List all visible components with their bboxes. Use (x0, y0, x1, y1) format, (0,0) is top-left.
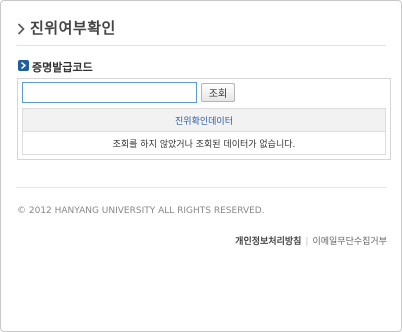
copyright-text: © 2012 HANYANG UNIVERSITY ALL RIGHTS RES… (17, 206, 265, 216)
arrow-right-icon (18, 60, 29, 71)
footer-divider (16, 187, 386, 188)
table-header-row: 진위확인데이터 (22, 108, 386, 132)
search-button[interactable]: 조회 (201, 83, 235, 102)
page-title: 진위여부확인 (30, 19, 116, 37)
table-header: 진위확인데이터 (22, 108, 386, 132)
privacy-policy-link[interactable]: 개인정보처리방침 (235, 237, 301, 247)
table-row: 조회를 하지 않았거나 조회된 데이터가 없습니다. (22, 131, 386, 155)
link-separator: | (305, 237, 309, 247)
code-input[interactable] (22, 82, 197, 103)
email-refusal-link[interactable]: 이메일무단수집거부 (312, 237, 387, 247)
page-header: 진위여부확인 (16, 15, 386, 46)
section-label: 증명발급코드 (32, 61, 93, 74)
verification-panel: 조회 진위확인데이터 조회를 하지 않았거나 조회된 데이터가 없습니다. (17, 78, 391, 160)
footer-links: 개인정보처리방침 | 이메일무단수집거부 (235, 234, 387, 247)
empty-message: 조회를 하지 않았거나 조회된 데이터가 없습니다. (22, 131, 386, 155)
result-table: 진위확인데이터 조회를 하지 않았거나 조회된 데이터가 없습니다. (22, 108, 386, 155)
chevron-right-icon (17, 20, 25, 35)
